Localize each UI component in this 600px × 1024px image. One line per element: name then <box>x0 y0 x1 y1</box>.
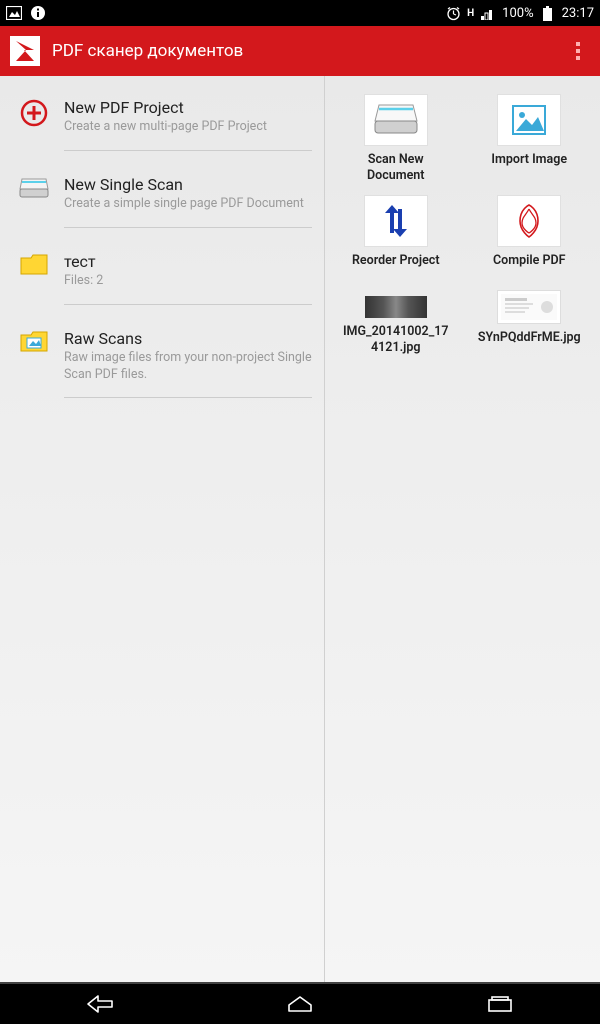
project-folder-item[interactable]: тест Files: 2 <box>0 240 324 317</box>
app-title: PDF сканер документов <box>52 41 243 61</box>
clock-time: 23:17 <box>562 6 594 21</box>
info-icon <box>30 5 46 21</box>
right-pane: Scan New Document Import Image Reorder P… <box>324 76 600 982</box>
reorder-project-button[interactable]: Reorder Project <box>333 195 459 269</box>
image-icon <box>497 94 561 146</box>
pdf-icon <box>497 195 561 247</box>
list-item-subtitle: Create a new multi-page PDF Project <box>64 119 312 136</box>
grid-item-label: Scan New Document <box>341 152 451 183</box>
reorder-icon <box>364 195 428 247</box>
raw-scans-item[interactable]: Raw Scans Raw image files from your non-… <box>0 317 324 411</box>
folder-image-icon <box>16 329 52 365</box>
app-logo-icon <box>10 36 40 66</box>
list-item-title: New PDF Project <box>64 98 312 117</box>
import-image-button[interactable]: Import Image <box>467 94 593 183</box>
image-file-item[interactable]: SYnPQddFrME.jpg <box>467 281 593 355</box>
grid-item-label: Reorder Project <box>352 253 440 269</box>
left-pane: New PDF Project Create a new multi-page … <box>0 76 324 982</box>
app-header: PDF сканер документов <box>0 26 600 76</box>
grid-item-label: Import Image <box>491 152 567 168</box>
plus-circle-icon <box>16 98 52 134</box>
back-button[interactable] <box>78 992 122 1016</box>
list-item-subtitle: Create a simple single page PDF Document <box>64 196 312 213</box>
scanner-icon <box>364 94 428 146</box>
image-thumbnail-icon <box>365 296 427 318</box>
signal-icon <box>480 5 496 21</box>
scanner-icon <box>16 175 52 211</box>
overflow-menu-button[interactable] <box>566 39 590 63</box>
scan-new-document-button[interactable]: Scan New Document <box>333 94 459 183</box>
image-thumbnail-icon <box>497 290 561 324</box>
list-item-title: Raw Scans <box>64 329 312 348</box>
list-item-title: New Single Scan <box>64 175 312 194</box>
recent-apps-button[interactable] <box>478 992 522 1016</box>
network-type-label: H <box>467 8 474 19</box>
list-item-title: тест <box>64 252 312 271</box>
grid-item-label: IMG_20141002_174121.jpg <box>341 324 451 355</box>
image-file-item[interactable]: IMG_20141002_174121.jpg <box>333 281 459 355</box>
grid-item-label: Compile PDF <box>493 253 566 269</box>
list-item-subtitle: Files: 2 <box>64 273 312 290</box>
battery-icon <box>540 5 556 21</box>
status-bar: H 100% 23:17 <box>0 0 600 26</box>
main-content: New PDF Project Create a new multi-page … <box>0 76 600 982</box>
new-pdf-project-item[interactable]: New PDF Project Create a new multi-page … <box>0 86 324 163</box>
folder-icon <box>16 252 52 288</box>
new-single-scan-item[interactable]: New Single Scan Create a simple single p… <box>0 163 324 240</box>
alarm-icon <box>445 5 461 21</box>
gallery-icon <box>6 5 22 21</box>
compile-pdf-button[interactable]: Compile PDF <box>467 195 593 269</box>
list-item-subtitle: Raw image files from your non-project Si… <box>64 350 312 384</box>
battery-percent: 100% <box>502 6 533 21</box>
nav-bar <box>0 982 600 1024</box>
grid-item-label: SYnPQddFrME.jpg <box>478 330 581 346</box>
home-button[interactable] <box>278 992 322 1016</box>
